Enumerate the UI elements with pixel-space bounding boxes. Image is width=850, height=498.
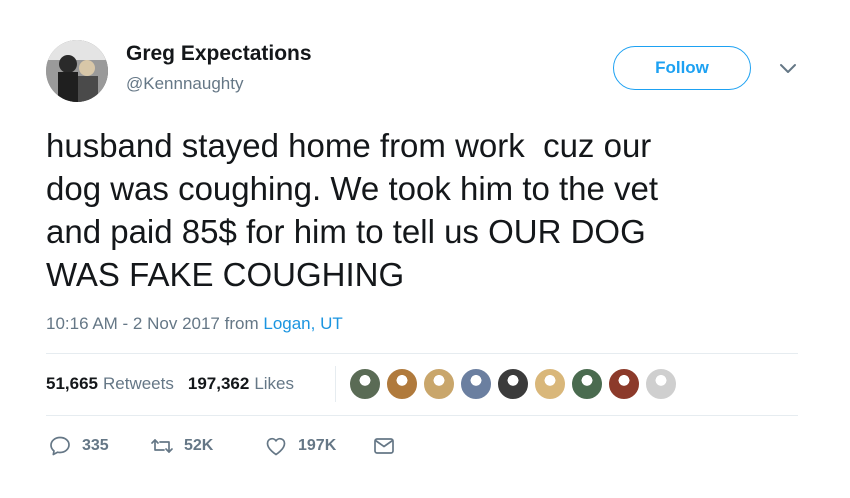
timestamp[interactable]: 10:16 AM - 2 Nov 2017 — [46, 314, 220, 333]
liker-avatar-8[interactable] — [607, 367, 641, 401]
author-handle[interactable]: @Kennnaughty — [126, 74, 243, 94]
likes-stat[interactable]: 197,362 Likes — [188, 374, 294, 394]
author-avatar[interactable] — [46, 40, 108, 102]
heart-icon — [266, 437, 286, 456]
tweet-card: Greg Expectations @Kennnaughty Follow hu… — [0, 0, 850, 498]
author-display-name[interactable]: Greg Expectations — [126, 42, 312, 66]
reply-count: 335 — [82, 437, 109, 454]
from-label: from — [224, 314, 259, 333]
liker-avatar-4[interactable] — [459, 367, 493, 401]
chevron-down-icon — [780, 64, 796, 73]
liker-avatar-5[interactable] — [496, 367, 530, 401]
profile-photo-icon — [46, 40, 108, 102]
direct-message-button[interactable] — [372, 432, 396, 460]
engagement-stats: 51,665 Retweets 197,362 Likes — [46, 374, 294, 394]
reply-icon — [50, 436, 70, 456]
reply-button[interactable]: 335 — [48, 432, 109, 460]
retweets-stat[interactable]: 51,665 Retweets — [46, 374, 174, 394]
liker-avatar-1[interactable] — [348, 367, 382, 401]
like-count: 197K — [298, 437, 337, 454]
retweet-button[interactable]: 52K — [150, 432, 213, 460]
liker-avatar-9[interactable] — [644, 367, 678, 401]
liker-avatar-2[interactable] — [385, 367, 419, 401]
divider-bottom — [46, 415, 798, 416]
envelope-icon — [374, 438, 394, 454]
liker-avatar-6[interactable] — [533, 367, 567, 401]
liker-avatar-7[interactable] — [570, 367, 604, 401]
likes-label: Likes — [254, 374, 295, 393]
divider-top — [46, 353, 798, 354]
like-button[interactable]: 197K — [264, 432, 336, 460]
location-link[interactable]: Logan, UT — [263, 314, 342, 333]
tweet-metadata: 10:16 AM - 2 Nov 2017 from Logan, UT — [46, 314, 343, 334]
stats-divider — [335, 366, 336, 402]
follow-button[interactable]: Follow — [613, 46, 751, 90]
retweets-count: 51,665 — [46, 374, 98, 393]
liker-avatar-3[interactable] — [422, 367, 456, 401]
tweet-text: husband stayed home from work cuz our do… — [46, 127, 659, 293]
likes-count: 197,362 — [187, 374, 250, 393]
retweets-label: Retweets — [103, 374, 174, 393]
more-options-button[interactable] — [778, 62, 798, 76]
retweet-count: 52K — [184, 437, 214, 454]
retweet-icon — [151, 439, 173, 453]
